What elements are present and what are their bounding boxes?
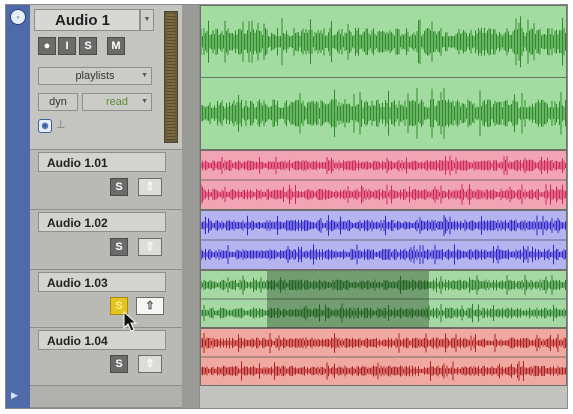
edit-window: ◦ ▶ Audio 1 ▼ ● I S M playlists ▼ dyn re… (5, 4, 568, 409)
level-meter (164, 11, 178, 143)
solo-button[interactable]: S (110, 238, 128, 256)
track-name[interactable]: Audio 1 (34, 9, 140, 31)
playlist-lanes (200, 5, 567, 408)
mute-button[interactable]: M (107, 37, 125, 55)
automation-view-selector[interactable]: dyn (38, 93, 78, 111)
dropdown-icon: ▼ (141, 98, 148, 105)
track-name[interactable]: Audio 1.01 (38, 152, 166, 172)
up-arrow-icon[interactable]: ⇧ (138, 178, 162, 196)
tick-icon: ⊥ (56, 119, 66, 131)
track-list-bar: ◦ ▶ (6, 5, 30, 408)
automation-mode-selector[interactable]: read ▼ (82, 93, 152, 111)
record-button[interactable]: ● (38, 37, 56, 55)
expand-triangle-icon[interactable]: ▶ (11, 390, 18, 400)
track-header-audio-1-03: Audio 1.03 S ⇧ (30, 270, 182, 328)
lane-audio-1[interactable] (200, 5, 567, 150)
track-name[interactable]: Audio 1.02 (38, 212, 166, 232)
timebase-icon[interactable]: ◉ (38, 119, 52, 133)
playlists-label: playlists (75, 70, 115, 82)
track-header-audio-1-04: Audio 1.04 S ⇧ (30, 328, 182, 386)
track-name[interactable]: Audio 1.04 (38, 330, 166, 350)
selection-region[interactable] (267, 271, 429, 329)
empty-lane (200, 386, 567, 408)
empty-track-area (30, 386, 182, 408)
track-header-audio-1-02: Audio 1.02 S ⇧ (30, 210, 182, 270)
waveform (201, 333, 566, 381)
input-monitor-button[interactable]: I (58, 37, 76, 55)
waveform (201, 155, 566, 205)
solo-button[interactable]: S (110, 355, 128, 373)
solo-button[interactable]: S (79, 37, 97, 55)
solo-button[interactable]: S (110, 178, 128, 196)
track-header-audio-1: Audio 1 ▼ ● I S M playlists ▼ dyn read ▼… (30, 5, 182, 150)
lane-audio-1-04[interactable] (200, 328, 567, 386)
lane-audio-1-02[interactable] (200, 210, 567, 270)
track-gutter (182, 5, 200, 408)
lane-audio-1-03[interactable] (200, 270, 567, 329)
automation-mode-label: read (105, 96, 129, 108)
up-arrow-icon[interactable]: ⇧ (138, 355, 162, 373)
track-name[interactable]: Audio 1.03 (38, 272, 166, 292)
up-arrow-icon[interactable]: ⇧ (138, 238, 162, 256)
dyn-label: dyn (49, 96, 67, 108)
track-header-audio-1-01: Audio 1.01 S ⇧ (30, 150, 182, 210)
dropdown-icon: ▼ (141, 72, 148, 79)
collapse-icon[interactable]: ◦ (10, 9, 26, 25)
mouse-cursor-icon (123, 311, 138, 332)
playlists-selector[interactable]: playlists ▼ (38, 67, 152, 85)
waveform (201, 16, 566, 139)
track-name-dropdown-icon[interactable]: ▼ (140, 9, 154, 31)
waveform (201, 215, 566, 265)
lane-audio-1-01[interactable] (200, 150, 567, 210)
